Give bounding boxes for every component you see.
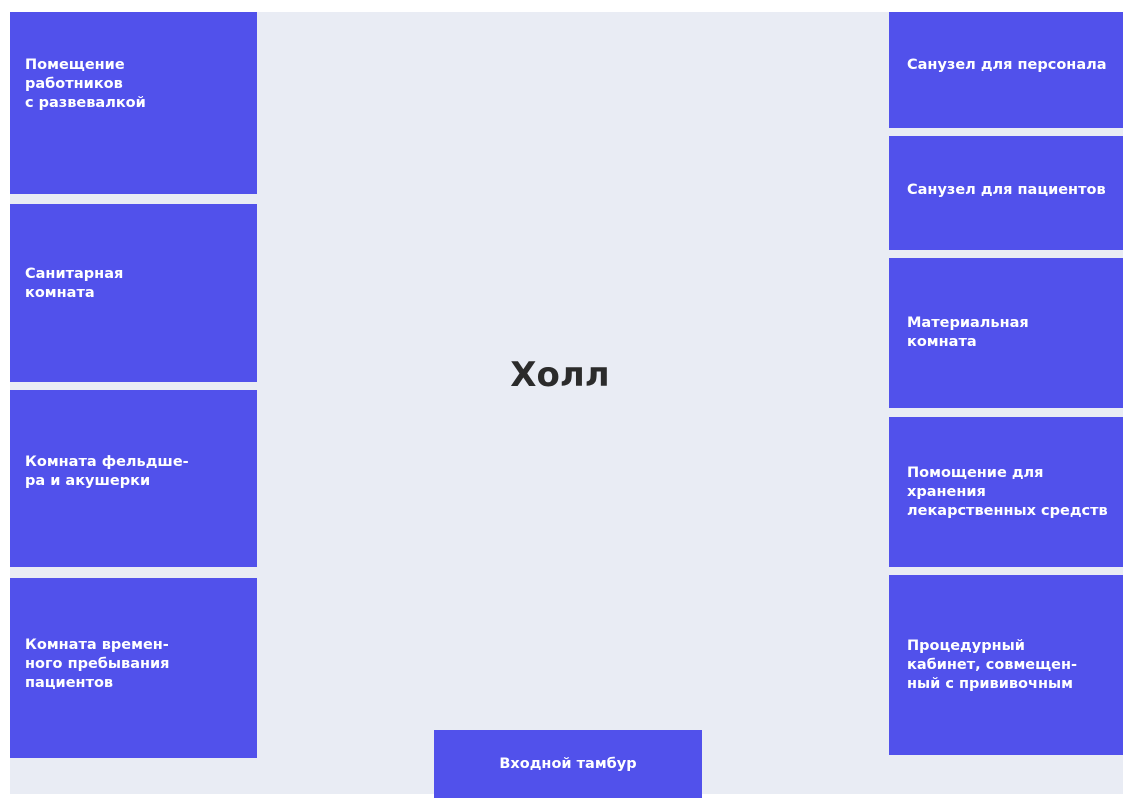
room-staff[interactable]: Помещение работников с развевалкой [10, 12, 257, 194]
room-wc-patients[interactable]: Санузел для пациентов [889, 136, 1123, 250]
room-feldsher-label: Комната фельдше- ра и акушерки [25, 453, 189, 489]
room-entrance-label: Входной тамбур [499, 755, 637, 772]
room-material-label: Материальная комната [907, 315, 1029, 350]
room-sanitary-label: Санитарная комната [25, 266, 124, 301]
room-procedure[interactable]: Процедурный кабинет, совмещен- ный с при… [889, 575, 1123, 755]
room-medicine-storage[interactable]: Помощение для хранения лекарственных сре… [889, 417, 1123, 567]
room-staff-label: Помещение работников с развевалкой [25, 56, 146, 111]
room-feldsher[interactable]: Комната фельдше- ра и акушерки [10, 390, 257, 567]
room-material[interactable]: Материальная комната [889, 258, 1123, 408]
hall-label: Холл [510, 355, 610, 395]
room-sanitary[interactable]: Санитарная комната [10, 204, 257, 382]
room-temp-stay-label: Комната времен- ного пребывания пациенто… [25, 636, 170, 691]
room-wc-staff-label: Санузел для персонала [907, 56, 1107, 73]
room-temp-stay[interactable]: Комната времен- ного пребывания пациенто… [10, 578, 257, 758]
room-medicine-storage-label: Помощение для хранения лекарственных сре… [907, 464, 1108, 519]
room-entrance[interactable]: Входной тамбур [434, 730, 702, 798]
room-procedure-label: Процедурный кабинет, совмещен- ный с при… [907, 637, 1078, 692]
room-wc-staff[interactable]: Санузел для персонала [889, 12, 1123, 128]
room-wc-patients-label: Санузел для пациентов [907, 181, 1106, 198]
